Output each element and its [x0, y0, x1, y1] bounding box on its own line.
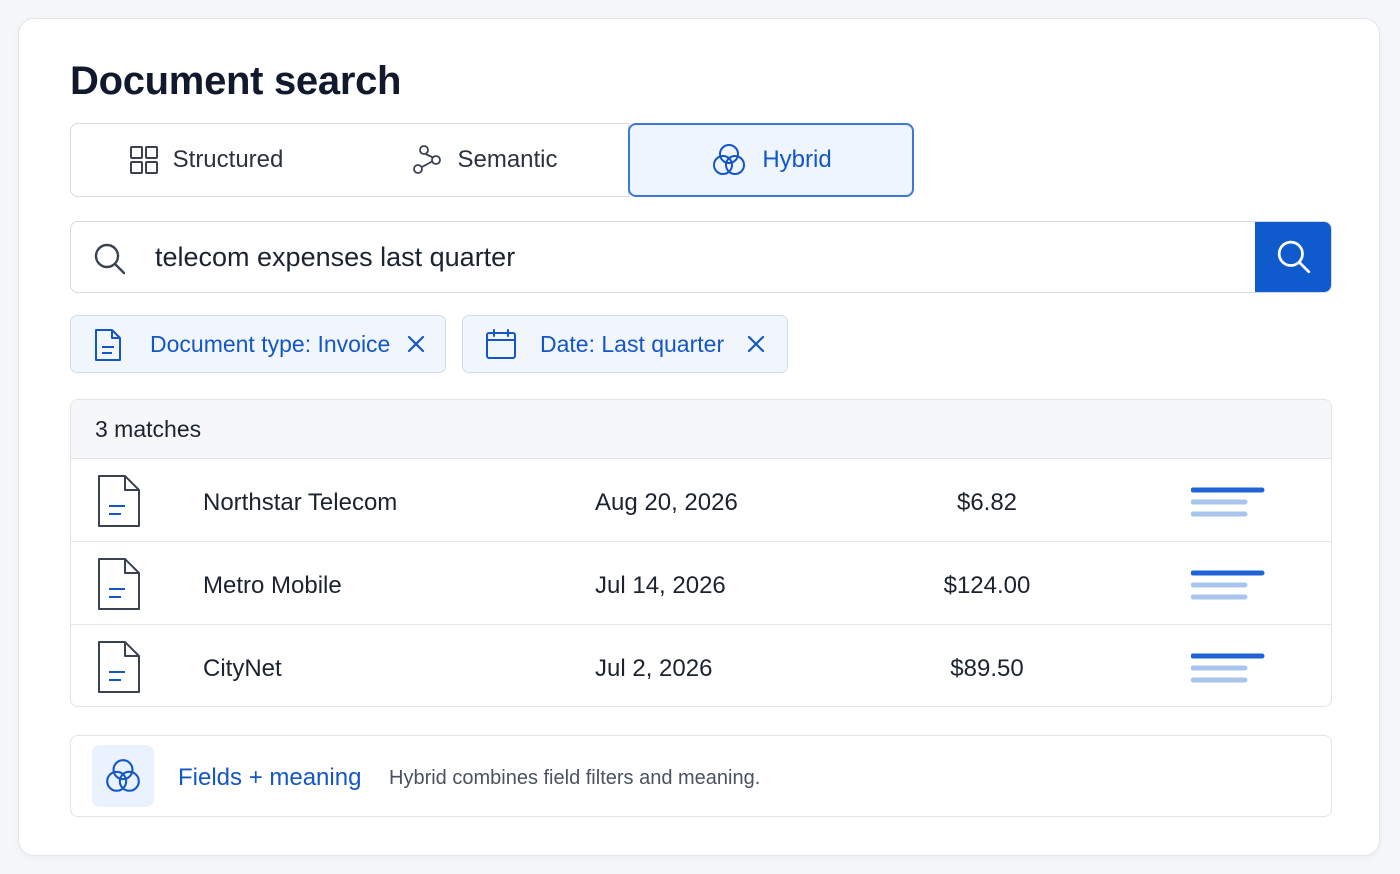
table-row[interactable]: Metro Mobile Jul 14, 2026 $124.00	[71, 542, 1331, 625]
tab-semantic[interactable]: Semantic	[341, 123, 629, 197]
row-amount: $6.82	[956, 489, 1018, 516]
grid-icon	[129, 146, 158, 174]
row-vendor: Metro Mobile	[203, 572, 342, 599]
venn-icon	[106, 759, 140, 792]
row-amount: $89.50	[950, 655, 1024, 682]
calendar-icon	[486, 329, 516, 359]
relevance-icon	[1191, 487, 1265, 517]
hint-text: Hybrid combines field filters and meanin…	[389, 767, 761, 789]
search-icon	[1277, 240, 1310, 274]
close-icon[interactable]	[406, 334, 426, 354]
table-row[interactable]: Northstar Telecom Aug 20, 2026 $6.82	[71, 459, 1331, 542]
page-title: Document search	[70, 59, 402, 103]
row-date: Jul 2, 2026	[595, 655, 713, 682]
nodes-icon	[413, 145, 442, 174]
relevance-icon	[1191, 653, 1265, 683]
search-bar	[70, 221, 1332, 293]
close-icon[interactable]	[746, 334, 766, 354]
hint-icon-box	[92, 745, 154, 807]
row-vendor: Northstar Telecom	[203, 489, 398, 516]
filter-chip-label: Date: Last quarter	[540, 331, 725, 357]
tab-hybrid-label: Hybrid	[762, 146, 832, 173]
document-icon	[95, 329, 121, 361]
results-table: 3 matches Northstar Telecom Aug 20, 2026…	[70, 399, 1332, 707]
document-icon	[98, 641, 140, 693]
venn-icon	[713, 144, 746, 175]
search-input[interactable]	[155, 222, 1245, 292]
mode-hint: Fields + meaning Hybrid combines field f…	[70, 735, 1332, 817]
document-icon	[98, 475, 140, 527]
tab-hybrid[interactable]: Hybrid	[628, 123, 914, 197]
search-mode-tabs: Structured Semantic Hybrid	[70, 123, 914, 197]
search-button[interactable]	[1255, 222, 1331, 292]
tab-structured[interactable]: Structured	[70, 123, 342, 197]
relevance-icon	[1191, 570, 1265, 600]
row-date: Jul 14, 2026	[595, 572, 726, 599]
results-count: 3 matches	[71, 400, 1331, 459]
row-vendor: CityNet	[203, 655, 282, 682]
tab-structured-label: Structured	[172, 146, 284, 173]
row-amount: $124.00	[943, 572, 1031, 599]
search-icon	[94, 243, 126, 275]
document-icon	[98, 558, 140, 610]
search-card: Document search Structured Semantic Hybr…	[18, 18, 1380, 856]
filter-chip-document-type[interactable]: Document type: Invoice	[70, 315, 446, 373]
row-date: Aug 20, 2026	[595, 489, 738, 516]
filter-chip-date[interactable]: Date: Last quarter	[462, 315, 788, 373]
table-row[interactable]: CityNet Jul 2, 2026 $89.50	[71, 625, 1331, 706]
filter-chip-label: Document type: Invoice	[150, 331, 391, 357]
hint-label: Fields + meaning	[178, 764, 362, 791]
tab-semantic-label: Semantic	[457, 146, 558, 173]
